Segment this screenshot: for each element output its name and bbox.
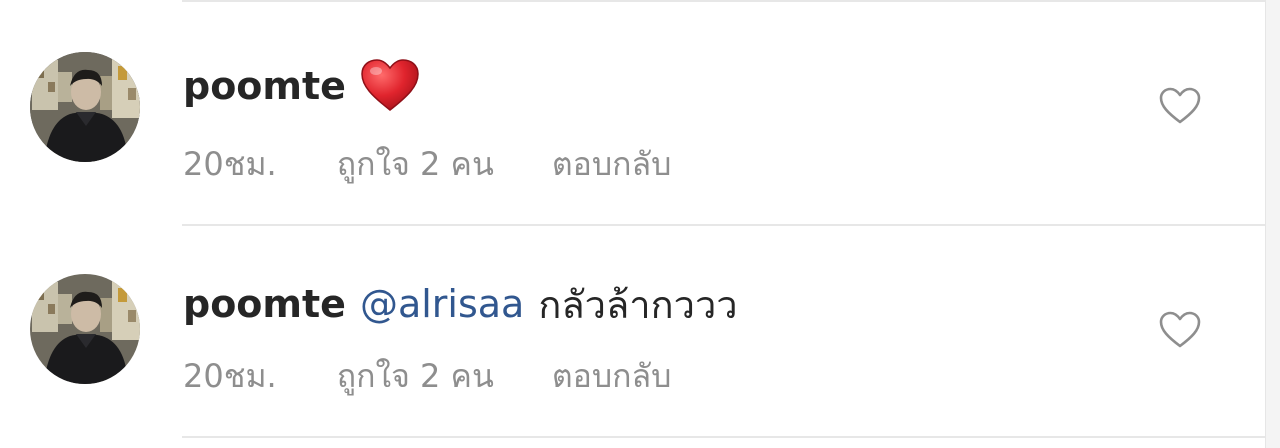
comment-username[interactable]: poomte (183, 282, 346, 326)
comment-item: poomte @alrisaa กลัวล้ากววว 20ชม. ถูกใจ … (0, 224, 1266, 414)
avatar[interactable] (30, 52, 140, 162)
comment-line: poomte @alrisaa กลัวล้ากววว (183, 274, 738, 334)
avatar-image (30, 52, 140, 162)
comment-time: 20ชม. (183, 356, 277, 395)
heart-outline-icon[interactable] (1158, 86, 1202, 126)
comment-text: กลัวล้ากววว (538, 282, 738, 327)
heart-outline-icon[interactable] (1158, 310, 1202, 350)
scrollbar-track[interactable] (1265, 0, 1280, 448)
comment-line: poomte (183, 56, 420, 116)
comment-item: poomte 20ชม. ถูกใจ 2 คน ตอบกลับ (0, 0, 1266, 190)
divider (182, 436, 1266, 438)
avatar-image (30, 274, 140, 384)
reply-button[interactable]: ตอบกลับ (552, 139, 672, 190)
reply-button[interactable]: ตอบกลับ (552, 351, 672, 402)
avatar[interactable] (30, 274, 140, 384)
comment-username[interactable]: poomte (183, 64, 346, 108)
comments-screen: poomte 20ชม. ถูกใจ 2 คน ตอบกลับ poomte @… (0, 0, 1280, 448)
likes-count-link[interactable]: ถูกใจ 2 คน (337, 139, 494, 190)
red-heart-emoji (360, 58, 420, 114)
likes-count-link[interactable]: ถูกใจ 2 คน (337, 351, 494, 402)
comment-time: 20ชม. (183, 144, 277, 183)
comment-meta: 20ชม. ถูกใจ 2 คน ตอบกลับ (183, 142, 671, 186)
comment-meta: 20ชม. ถูกใจ 2 คน ตอบกลับ (183, 354, 671, 398)
mention-link[interactable]: @alrisaa (360, 282, 524, 326)
